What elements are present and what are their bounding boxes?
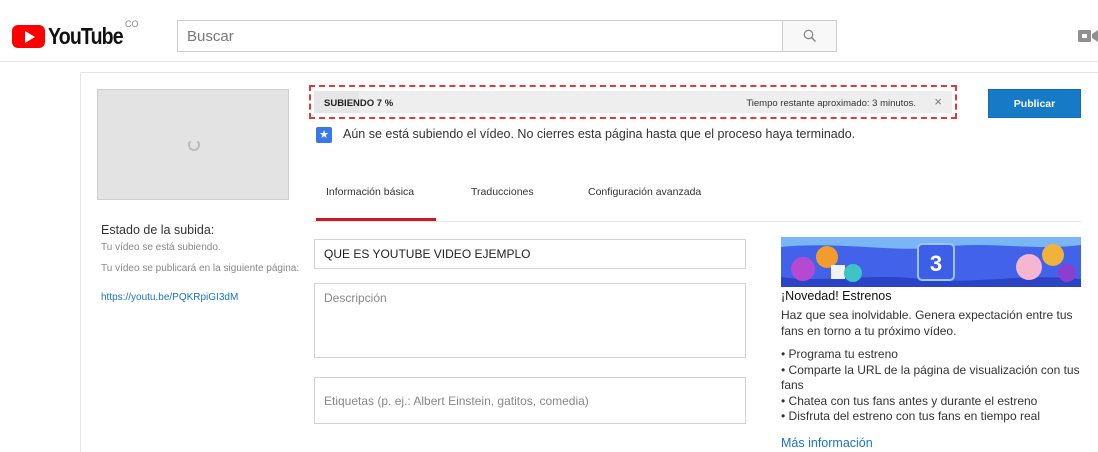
logo-wordmark: YouTube [48,23,124,49]
list-item: • Chatea con tus fans antes y durante el… [781,393,1038,408]
upload-card: Estado de la subida: Tu vídeo se está su… [80,72,1098,452]
tab-translations[interactable]: Traducciones [471,186,534,198]
premieres-banner-image: 3 [781,237,1081,287]
promo-title: ¡Novedad! Estrenos [781,289,892,303]
tab-basic-info[interactable]: Información básica [326,186,414,198]
list-item: • Comparte la URL de la página de visual… [781,362,1080,393]
video-url-link[interactable]: https://youtu.be/PQKRpiGI3dM [101,292,238,303]
star-icon: ★ [316,127,332,143]
upload-warning-text: Aún se está subiendo el vídeo. No cierre… [343,127,856,141]
video-camera-icon[interactable] [1078,29,1098,43]
video-title-field[interactable]: QUE ES YOUTUBE VIDEO EJEMPLO [314,239,746,269]
masthead: YouTube CO [0,0,1098,62]
upload-progress-bar: SUBIENDO 7 % Tiempo restante aproximado:… [314,91,952,113]
upload-status-line: Tu vídeo se está subiendo. [101,242,221,253]
publish-button[interactable]: Publicar [988,89,1081,118]
search-button[interactable] [782,20,837,52]
youtube-play-icon [12,25,45,48]
upload-progress-label: SUBIENDO 7 % [324,98,394,109]
youtube-logo[interactable]: YouTube CO [12,19,139,50]
tab-bar: Información básica Traducciones Configur… [311,176,1081,222]
loading-spinner-icon [188,139,200,151]
search-icon [803,29,816,43]
search-input[interactable] [178,21,782,51]
country-code: CO [125,19,139,29]
close-icon[interactable]: × [934,94,942,109]
list-item: • Disfruta del estreno con tus fans en t… [781,409,1041,423]
search-box [177,20,782,52]
upload-progress-highlight: SUBIENDO 7 % Tiempo restante aproximado:… [309,85,957,119]
upload-status-title: Estado de la subida: [101,223,215,237]
tags-field[interactable] [314,377,746,424]
video-thumbnail-placeholder [97,89,289,200]
banner-number: 3 [930,251,942,276]
time-remaining: Tiempo restante aproximado: 3 minutos. [746,98,916,109]
learn-more-link[interactable]: Más información [781,436,873,450]
promo-feature-list: • Programa tu estreno • Comparte la URL … [781,347,1091,425]
description-field[interactable] [314,283,746,358]
promo-body: Haz que sea inolvidable. Genera expectac… [781,308,1073,338]
active-tab-indicator [316,218,436,221]
list-item: • Programa tu estreno [781,347,898,361]
tab-advanced-settings[interactable]: Configuración avanzada [588,186,701,198]
upload-publish-note: Tu vídeo se publicará en la siguiente pá… [101,263,300,274]
